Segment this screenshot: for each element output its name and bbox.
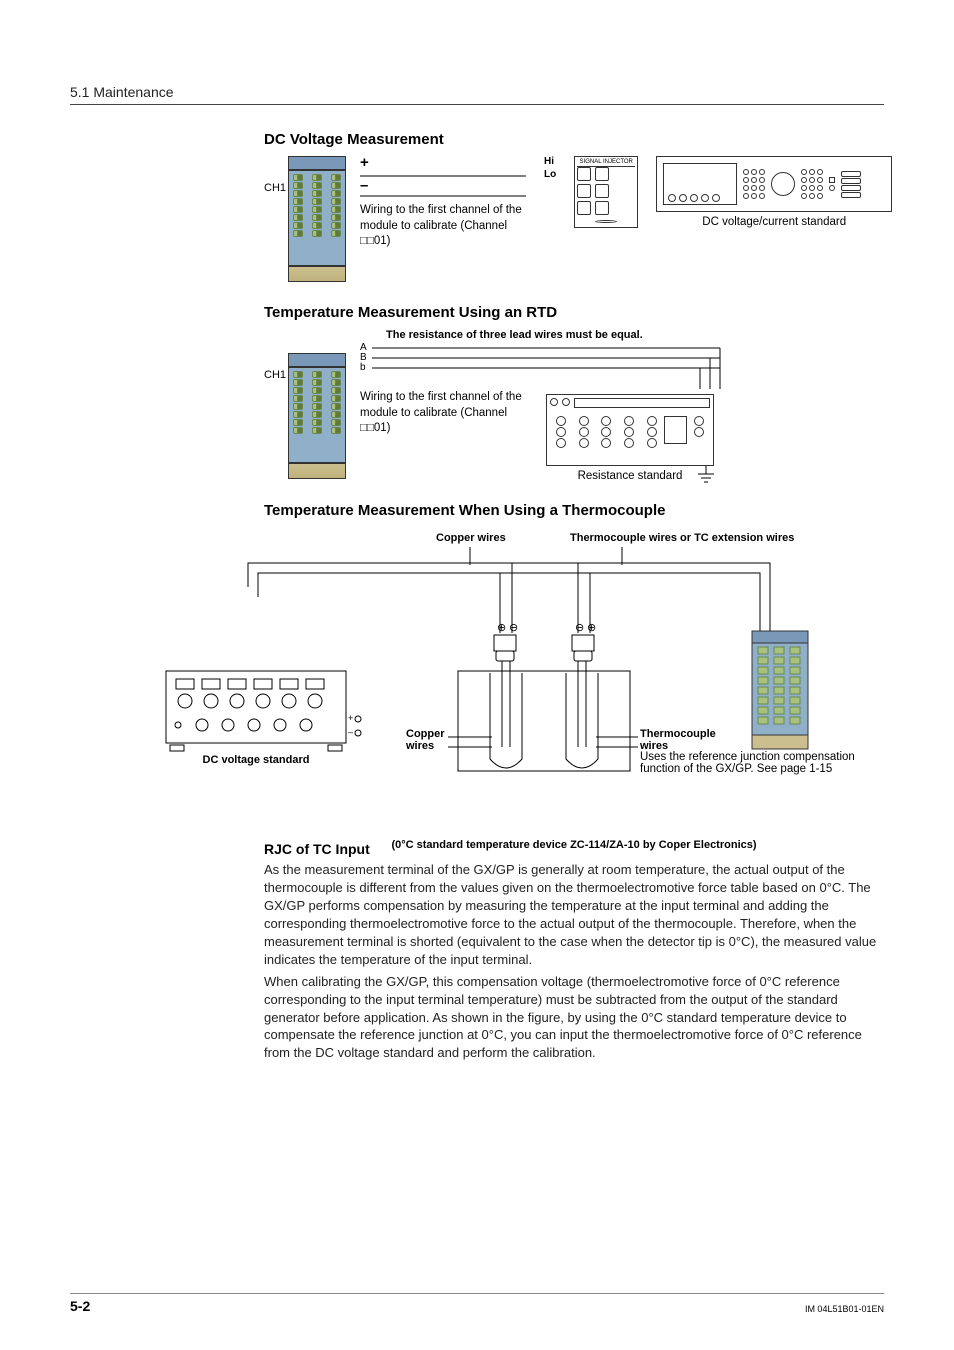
sec1-wire-svg: [360, 172, 526, 206]
lo-label: Lo: [544, 169, 556, 180]
sec4-p1: As the measurement terminal of the GX/GP…: [264, 861, 884, 969]
sec1-title: DC Voltage Measurement: [264, 131, 884, 148]
signal-injector-device: SIGNAL INJECTOR: [574, 156, 638, 228]
sec1-ch-label: CH1: [264, 182, 286, 194]
rjc-note: Uses the reference junction compensation…: [640, 751, 880, 775]
running-header: 5.1 Maintenance: [70, 84, 884, 105]
sec3-diagram: Copper wires Thermocouple wires or TC ex…: [70, 527, 884, 827]
svg-text:Copper wires: Copper wires: [436, 532, 506, 544]
svg-text:–: –: [348, 727, 353, 737]
svg-text:⊕: ⊕: [587, 622, 596, 634]
page-footer: 5-2 IM 04L51B01-01EN: [70, 1293, 884, 1314]
svg-text:⊕: ⊕: [497, 622, 506, 634]
sec2-diagram: CH1 The resistance of three lead wires m…: [264, 329, 884, 482]
sec2-title: Temperature Measurement Using an RTD: [264, 304, 884, 321]
hi-label: Hi: [544, 156, 556, 167]
sec4-p2: When calibrating the GX/GP, this compens…: [264, 973, 884, 1063]
res-std-caption: Resistance standard: [546, 470, 714, 482]
svg-text:DC voltage standard: DC voltage standard: [203, 754, 310, 766]
sec2-wire-svg: [360, 345, 740, 391]
sec1-diagram: CH1 +: [264, 156, 884, 282]
svg-text:Thermocouple wires or TC exten: Thermocouple wires or TC extension wires: [570, 532, 794, 544]
svg-text:⊖: ⊖: [509, 622, 518, 634]
sec2-ch-label: CH1: [264, 369, 286, 381]
dc-voltage-standard-device: [656, 156, 892, 212]
plus-symbol: +: [360, 156, 526, 170]
svg-text:+: +: [348, 713, 353, 723]
resistance-standard-device: [546, 394, 714, 466]
device-caption: (0°C standard temperature device ZC-114/…: [264, 839, 884, 851]
lead-b-label: b: [360, 363, 367, 373]
sec3-title: Temperature Measurement When Using a The…: [264, 502, 884, 519]
page-number: 5-2: [70, 1298, 90, 1314]
svg-text:Copper: Copper: [406, 728, 445, 740]
sec1-wiring-text: Wiring to the first channel of the modul…: [360, 203, 526, 250]
svg-text:⊖: ⊖: [575, 622, 584, 634]
sec2-note: The resistance of three lead wires must …: [386, 329, 884, 341]
doc-id: IM 04L51B01-01EN: [805, 1304, 884, 1314]
svg-text:wires: wires: [405, 740, 434, 752]
dc-std-caption: DC voltage/current standard: [656, 216, 892, 228]
sec2-wiring-text: Wiring to the first channel of the modul…: [360, 390, 528, 482]
svg-text:Thermocouple: Thermocouple: [640, 728, 716, 740]
